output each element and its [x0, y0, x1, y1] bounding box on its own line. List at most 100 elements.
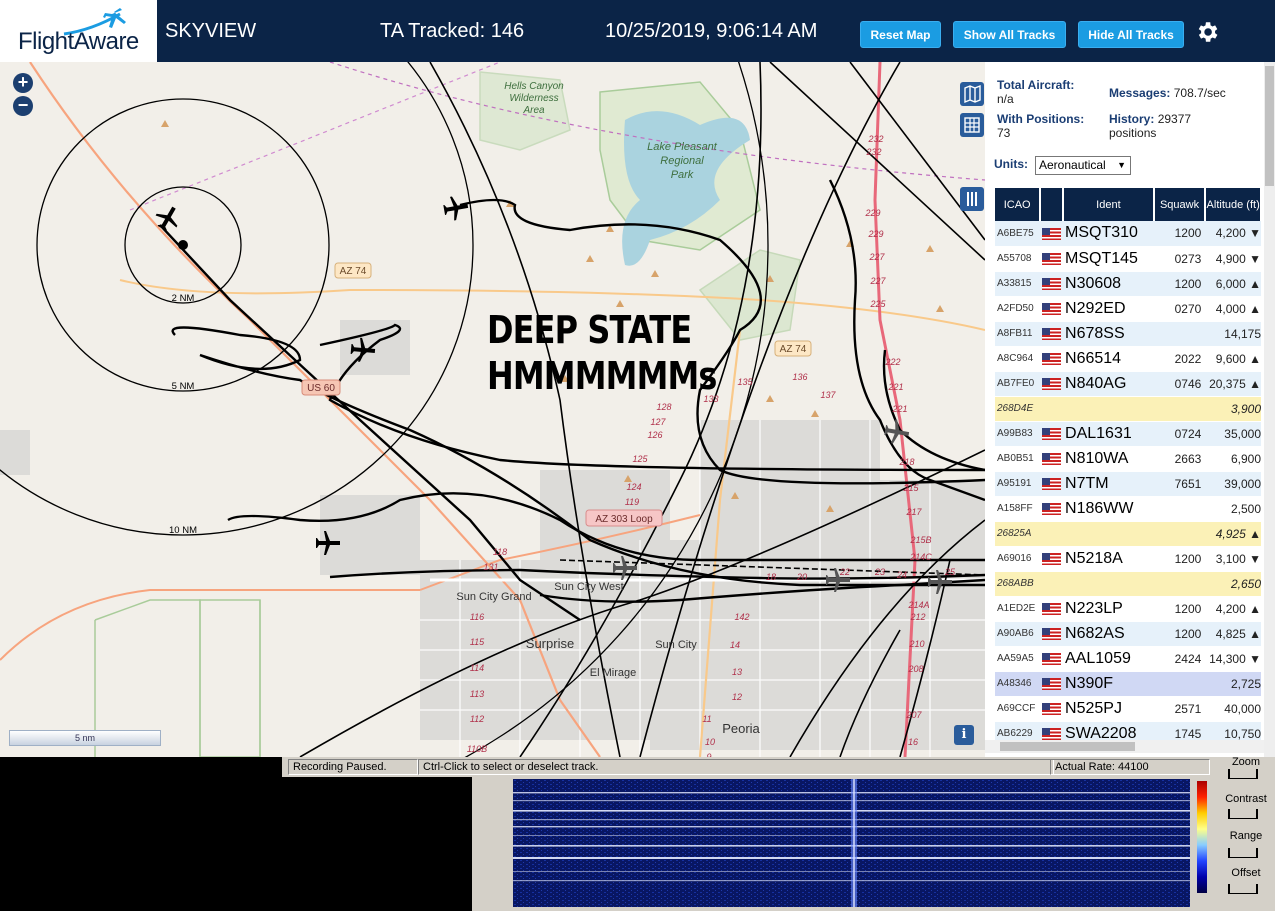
aircraft-row[interactable]: 26825A 4,925 ▲ [995, 521, 1261, 547]
units-dropdown[interactable]: Aeronautical ▼ [1035, 156, 1131, 175]
zoom-in-button[interactable]: + [13, 73, 33, 93]
flightaware-logo[interactable]: FlightAware [0, 0, 160, 62]
highway-exit-number: 14 [730, 640, 740, 650]
highway-exit-number: 10 [705, 737, 715, 747]
aircraft-altitude: 4,900 ▼ [1205, 246, 1261, 272]
us-flag-icon [1042, 628, 1062, 641]
aircraft-row[interactable]: A8FB11 N678SS 14,175 [995, 321, 1261, 347]
aircraft-row[interactable]: A69CCF N525PJ 2571 40,000 [995, 696, 1261, 722]
aircraft-ident: N840AG [1063, 371, 1154, 397]
aircraft-altitude: 14,300 ▼ [1205, 646, 1261, 672]
reset-map-button[interactable]: Reset Map [860, 21, 941, 48]
aircraft-row[interactable]: A1ED2E N223LP 1200 4,200 ▲ [995, 596, 1261, 622]
col-icao[interactable]: ICAO [995, 188, 1042, 221]
aircraft-altitude: 2,650 [1205, 571, 1261, 597]
aircraft-ident [1063, 396, 1154, 422]
aircraft-row[interactable]: A95191 N7TM 7651 39,000 [995, 471, 1261, 497]
col-altitude[interactable]: Altitude (ft) [1205, 188, 1262, 221]
map-canvas[interactable]: Hells Canyon Wilderness Area Lake Pleasa… [0, 62, 985, 757]
us-flag-icon [1042, 278, 1062, 291]
aircraft-row[interactable]: AA59A5 AAL1059 2424 14,300 ▼ [995, 646, 1261, 672]
highway-exit-number: 225 [869, 299, 886, 309]
aircraft-row[interactable]: A99B83 DAL1631 0724 35,000 [995, 421, 1261, 447]
contrast-slider[interactable] [1228, 809, 1258, 819]
aircraft-row[interactable]: A2FD50 N292ED 0270 4,000 ▲ [995, 296, 1261, 322]
total-aircraft-label: Total Aircraft: [997, 78, 1075, 92]
highway-exit-number: 221 [887, 382, 903, 392]
contrast-label: Contrast [1225, 793, 1267, 805]
with-positions-label: With Positions: [997, 112, 1085, 126]
highway-exit-number: 20 [796, 572, 807, 582]
highway-exit-number: 208 [907, 664, 923, 674]
aircraft-altitude: 14,175 [1205, 321, 1261, 347]
map-layers-icon[interactable] [960, 82, 984, 106]
highway-exit-number: 13 [732, 667, 742, 677]
columns-icon[interactable] [960, 187, 984, 211]
aircraft-panel: Total Aircraft: n/a Messages: 708.7/sec … [985, 62, 1275, 757]
highway-exit-number: 125 [632, 454, 648, 464]
messages-value: 708.7/sec [1173, 86, 1226, 100]
aircraft-row[interactable]: A6BE75 MSQT310 1200 4,200 ▼ [995, 221, 1261, 247]
highway-exit-number: 232 [867, 134, 883, 144]
aircraft-row[interactable]: A90AB6 N682AS 1200 4,825 ▲ [995, 621, 1261, 647]
zoom-out-button[interactable]: − [13, 96, 33, 116]
us-flag-icon [1042, 253, 1062, 266]
highway-exit-number: 135 [737, 377, 753, 387]
zoom-label: Zoom [1231, 756, 1261, 768]
hide-all-tracks-button[interactable]: Hide All Tracks [1078, 21, 1184, 48]
aircraft-row[interactable]: A69016 N5218A 1200 3,100 ▼ [995, 546, 1261, 572]
label-ring-5nm: 5 NM [172, 381, 195, 392]
country-flag-icon [1040, 521, 1064, 547]
aircraft-row[interactable]: A55708 MSQT145 0273 4,900 ▼ [995, 246, 1261, 272]
aircraft-squawk [1153, 496, 1206, 522]
us-flag-icon [1042, 503, 1062, 516]
range-slider[interactable] [1228, 848, 1258, 858]
label-az303: AZ 303 Loop [595, 514, 653, 525]
aircraft-altitude: 35,000 [1205, 421, 1261, 447]
show-all-tracks-button[interactable]: Show All Tracks [953, 21, 1066, 48]
country-flag-icon [1040, 546, 1064, 572]
aircraft-row[interactable]: A33815 N30608 1200 6,000 ▲ [995, 271, 1261, 297]
aircraft-row[interactable]: AB0B51 N810WA 2663 6,900 [995, 446, 1261, 472]
zoom-slider[interactable] [1228, 769, 1258, 779]
label-el-mirage: El Mirage [590, 667, 636, 679]
label-peoria: Peoria [722, 721, 760, 736]
aircraft-row[interactable]: AB7FE0 N840AG 0746 20,375 ▲ [995, 371, 1261, 397]
aircraft-icao: AA59A5 [995, 646, 1041, 672]
grid-icon[interactable] [960, 113, 984, 137]
label-wilderness-3: Area [522, 105, 545, 116]
col-ident[interactable]: Ident [1063, 188, 1155, 221]
highway-exit-number: 214A [907, 600, 929, 610]
aircraft-altitude: 4,000 ▲ [1205, 296, 1261, 322]
offset-slider[interactable] [1228, 884, 1258, 894]
col-flag[interactable] [1040, 188, 1065, 221]
brand-name: FlightAware [18, 28, 139, 55]
aircraft-row[interactable]: 268ABB 2,650 [995, 571, 1261, 597]
map-view[interactable]: Hells Canyon Wilderness Area Lake Pleasa… [0, 62, 985, 757]
history-value: 29377 [1157, 112, 1192, 126]
aircraft-ident: MSQT310 [1063, 221, 1154, 247]
gear-icon[interactable] [1194, 19, 1220, 45]
aircraft-table: ICAO Ident Squawk Altitude (ft) A6BE75 MS… [995, 188, 1262, 747]
info-icon[interactable]: i [954, 725, 974, 745]
panel-hscroll-thumb[interactable] [1000, 742, 1135, 751]
aircraft-row[interactable]: A8C964 N66514 2022 9,600 ▲ [995, 346, 1261, 372]
aircraft-squawk: 1200 [1153, 546, 1206, 572]
country-flag-icon [1040, 646, 1064, 672]
col-squawk[interactable]: Squawk [1153, 188, 1207, 221]
highway-exit-number: 137 [820, 390, 836, 400]
datetime: 10/25/2019, 9:06:14 AM [605, 20, 818, 42]
aircraft-row[interactable]: 268D4E 3,900 [995, 396, 1261, 422]
aircraft-row[interactable]: A158FF N186WW 2,500 [995, 496, 1261, 522]
label-ring-2nm: 2 NM [172, 293, 195, 304]
aircraft-ident: DAL1631 [1063, 421, 1154, 447]
aircraft-altitude: 3,100 ▼ [1205, 546, 1261, 572]
country-flag-icon [1040, 621, 1064, 647]
country-flag-icon [1040, 371, 1064, 397]
panel-scroll-thumb[interactable] [1265, 66, 1274, 186]
highway-exit-number: 110B [467, 744, 487, 754]
aircraft-squawk: 1200 [1153, 621, 1206, 647]
aircraft-row[interactable]: A48346 N390F 2,725 [995, 671, 1261, 697]
waterfall-spectrum[interactable] [513, 779, 1190, 907]
aircraft-icao: A99B83 [995, 421, 1041, 447]
